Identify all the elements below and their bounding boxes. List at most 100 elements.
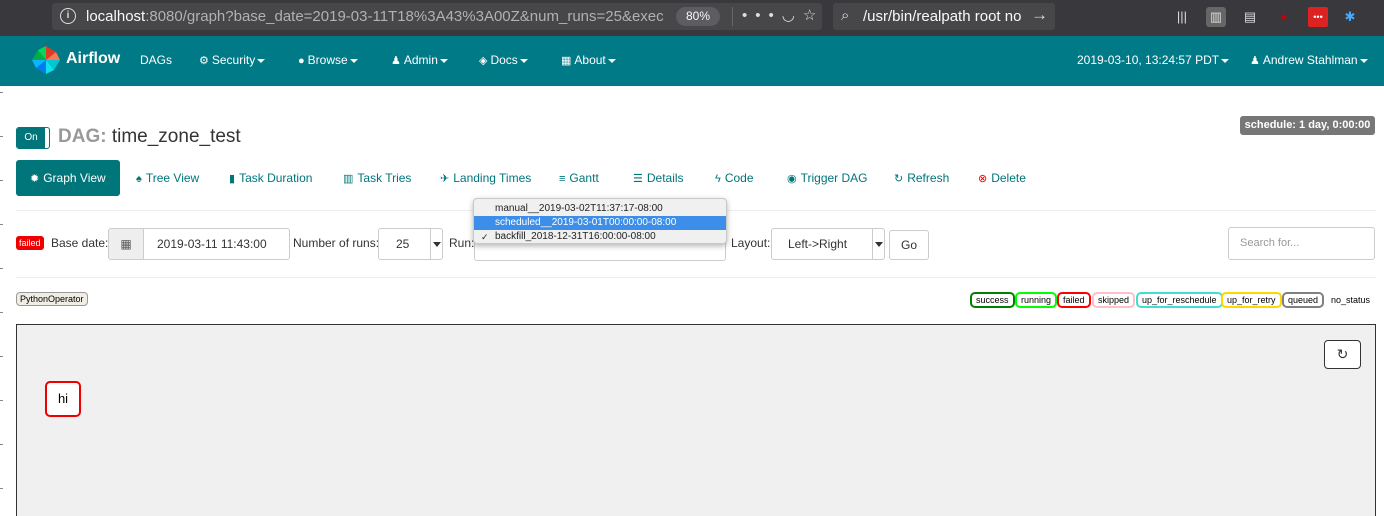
legend-up-for-retry[interactable]: up_for_retry xyxy=(1221,292,1282,308)
caret-down-icon xyxy=(519,58,528,63)
num-runs-select[interactable]: 25 xyxy=(378,228,443,260)
page-actions: •••◡☆ xyxy=(742,6,824,24)
layout-value: Left->Right xyxy=(788,237,848,251)
base-date-input[interactable]: 2019-03-11 11:43:00 xyxy=(143,228,290,260)
clock-text: 2019-03-10, 13:24:57 PDT xyxy=(1077,53,1220,67)
tab-label: Gantt xyxy=(569,171,599,185)
nav-browse-label: Browse xyxy=(307,53,348,67)
run-option[interactable]: manual__2019-03-02T11:37:17-08:00 xyxy=(474,202,726,216)
tab-task-duration[interactable]: ▮ Task Duration xyxy=(229,160,312,196)
barcode-icon: ▥ xyxy=(343,173,354,185)
user-icon: ♟ xyxy=(391,55,401,67)
play-circle-icon: ◉ xyxy=(787,173,797,185)
legend-up-for-reschedule[interactable]: up_for_reschedule xyxy=(1136,292,1223,308)
nav-clock[interactable]: 2019-03-10, 13:24:57 PDT xyxy=(1077,53,1230,67)
lastpass-icon[interactable]: ••• xyxy=(1308,7,1328,27)
tab-landing-times[interactable]: ✈ Landing Times xyxy=(440,160,531,196)
airflow-logo-icon[interactable] xyxy=(30,44,62,76)
tab-label: Delete xyxy=(991,171,1026,185)
tab-label: Code xyxy=(724,171,754,185)
legend-running[interactable]: running xyxy=(1015,292,1058,308)
tab-graph-view[interactable]: ✹ Graph View xyxy=(16,160,120,196)
sidebar-icon[interactable]: ▥ xyxy=(1206,7,1226,27)
tab-label: Tree View xyxy=(145,171,200,185)
nav-dags-label: DAGs xyxy=(140,53,173,67)
reader-icon[interactable]: ▤ xyxy=(1240,7,1260,27)
nav-about[interactable]: ▦ About xyxy=(561,53,616,67)
airflow-navbar: Airflow DAGs ⚙ Security ● Browse ♟ Admin ◈ D… xyxy=(0,36,1384,86)
task-node-label: hi xyxy=(57,391,69,406)
browser-toolbar: i localhost:8080/graph?base_date=2019-03… xyxy=(0,0,1384,36)
nav-admin[interactable]: ♟ Admin xyxy=(391,53,448,67)
more-icon[interactable]: ••• xyxy=(742,7,782,24)
tab-details[interactable]: ☰ Details xyxy=(633,160,684,196)
legend-success[interactable]: success xyxy=(970,292,1015,308)
nav-docs-label: Docs xyxy=(490,53,518,67)
ublock-icon[interactable]: ● xyxy=(1274,7,1294,27)
tab-label: Details xyxy=(646,171,684,185)
cube-icon: ◈ xyxy=(479,55,488,67)
legend-no-status[interactable]: no_status xyxy=(1325,292,1377,308)
user-icon: ♟ xyxy=(1250,55,1260,67)
dag-pause-toggle[interactable]: On xyxy=(16,127,50,149)
go-button[interactable]: Go xyxy=(889,230,929,260)
chevron-down-icon xyxy=(430,229,442,259)
status-badge: failed xyxy=(16,236,44,250)
remove-circle-icon: ⊗ xyxy=(978,173,988,185)
tab-task-tries[interactable]: ▥ Task Tries xyxy=(343,160,411,196)
graph-refresh-button[interactable]: ↻ xyxy=(1324,340,1361,369)
tab-label: Trigger DAG xyxy=(800,171,868,185)
layout-select[interactable]: Left->Right xyxy=(771,228,885,260)
num-runs-value: 25 xyxy=(396,237,410,251)
tab-trigger-dag[interactable]: ◉ Trigger DAG xyxy=(787,160,868,196)
url-text[interactable]: localhost:8080/graph?base_date=2019-03-1… xyxy=(86,8,686,25)
bar-chart-icon: ▮ xyxy=(229,173,236,185)
arrow-right-icon[interactable]: → xyxy=(1031,5,1048,25)
task-node[interactable]: hi xyxy=(45,381,81,417)
tab-refresh[interactable]: ↻ Refresh xyxy=(894,160,949,196)
info-icon[interactable]: i xyxy=(60,8,76,24)
tab-label: Landing Times xyxy=(453,171,532,185)
pocket-icon[interactable]: ◡ xyxy=(782,7,803,24)
graph-canvas[interactable]: ↻ hi xyxy=(16,324,1376,516)
checkmark-icon: ✓ xyxy=(481,232,489,242)
gears-icon: ⚙ xyxy=(199,55,209,67)
legend-failed[interactable]: failed xyxy=(1057,292,1091,308)
tab-label: Graph View xyxy=(43,171,106,185)
browser-search-box[interactable]: ⌕ /usr/bin/realpath root no s → xyxy=(833,3,1055,30)
run-option-label: scheduled__2019-03-01T00:00:00-08:00 xyxy=(495,217,677,228)
run-option[interactable]: ✓ backfill_2018-12-31T16:00:00-08:00 xyxy=(474,230,726,244)
run-option[interactable]: scheduled__2019-03-01T00:00:00-08:00 xyxy=(474,216,726,230)
caret-down-icon xyxy=(257,58,266,63)
tab-gantt[interactable]: ≡ Gantt xyxy=(559,160,599,196)
nav-browse[interactable]: ● Browse xyxy=(298,53,358,67)
library-icon[interactable]: ||| xyxy=(1172,7,1192,27)
tab-tree-view[interactable]: ♠ Tree View xyxy=(136,160,199,196)
layout-label: Layout: xyxy=(731,236,771,250)
toggle-label: On xyxy=(17,128,45,148)
nav-security[interactable]: ⚙ Security xyxy=(199,53,266,67)
page-title: DAG: time_zone_test xyxy=(58,126,241,148)
extension-icon[interactable]: ✱ xyxy=(1340,7,1360,27)
tab-delete[interactable]: ⊗ Delete xyxy=(978,160,1026,196)
legend-skipped[interactable]: skipped xyxy=(1092,292,1136,308)
flash-icon: ϟ xyxy=(715,173,721,185)
brand-name[interactable]: Airflow xyxy=(66,50,120,68)
nav-about-label: About xyxy=(574,53,606,67)
nav-dags[interactable]: DAGs xyxy=(140,53,172,67)
tab-code[interactable]: ϟ Code xyxy=(715,160,754,196)
tab-label: Task Duration xyxy=(239,171,313,185)
user-name: Andrew Stahlman xyxy=(1262,53,1358,67)
star-icon[interactable]: ☆ xyxy=(803,7,824,24)
nav-security-label: Security xyxy=(211,53,256,67)
run-dropdown-menu: manual__2019-03-02T11:37:17-08:00 schedu… xyxy=(473,198,727,244)
nav-docs[interactable]: ◈ Docs xyxy=(479,53,528,67)
task-search-input[interactable]: Search for... xyxy=(1228,227,1375,260)
legend-queued[interactable]: queued xyxy=(1282,292,1325,308)
run-label: Run: xyxy=(449,236,475,250)
calendar-icon[interactable]: ▦ xyxy=(108,228,144,260)
nav-user[interactable]: ♟ Andrew Stahlman xyxy=(1250,53,1368,67)
address-bar[interactable]: i localhost:8080/graph?base_date=2019-03… xyxy=(52,3,822,30)
zoom-badge[interactable]: 80% xyxy=(676,7,720,26)
dag-title-prefix: DAG: xyxy=(58,126,107,147)
